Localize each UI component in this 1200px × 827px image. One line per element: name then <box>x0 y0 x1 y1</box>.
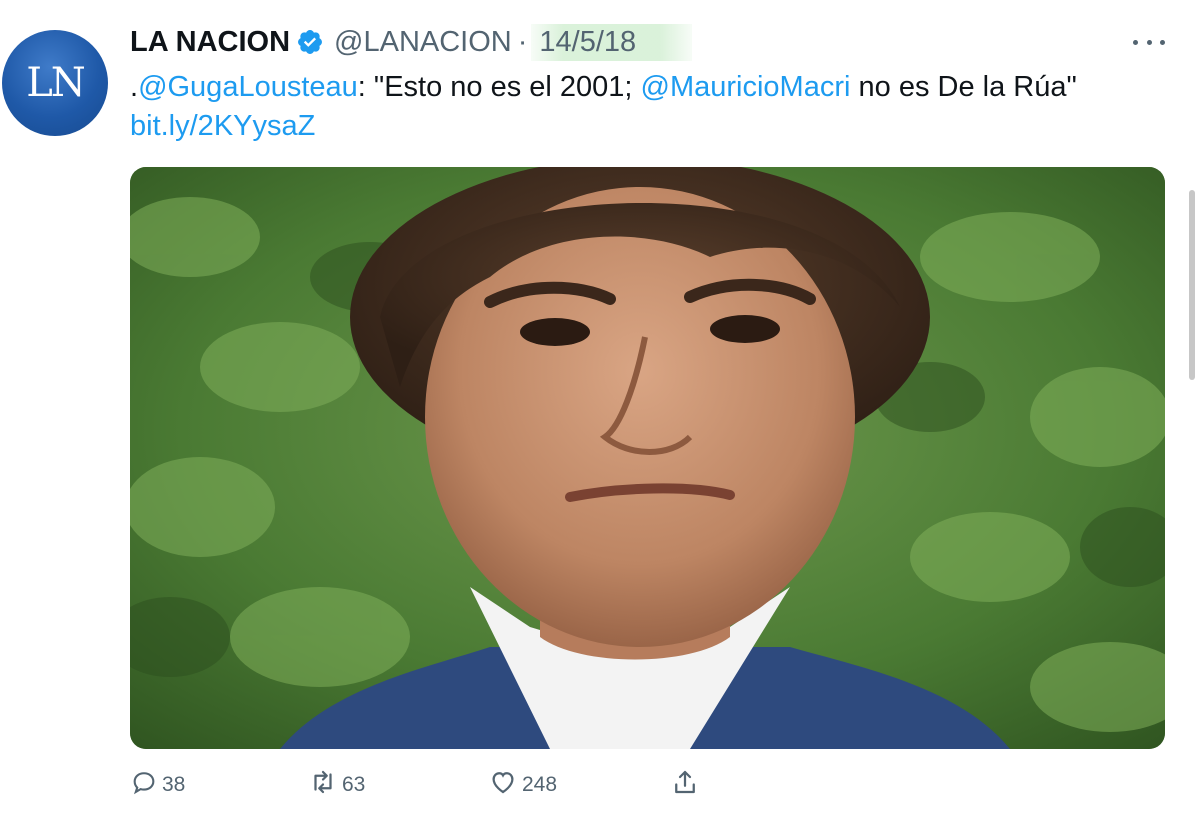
tweet-date[interactable]: 14/5/18 <box>531 23 693 61</box>
tweet-photo[interactable] <box>130 167 1165 749</box>
avatar-logo-text: LN <box>26 60 86 106</box>
share-icon <box>670 767 700 803</box>
reply-count: 38 <box>162 773 186 796</box>
like-count: 248 <box>522 773 558 796</box>
tweet-link[interactable]: bit.ly/2KYysaZ <box>130 110 315 142</box>
retweet-icon <box>308 767 338 803</box>
text-segment-2: no es De la Rúa" <box>850 71 1077 103</box>
retweet-button[interactable]: 63 <box>308 765 365 805</box>
tweet-text: .@GugaLousteau: "Esto no es el 2001; @Ma… <box>130 68 1170 146</box>
separator-dot: · <box>517 25 528 58</box>
tweet[interactable]: LN LA NACION @LANACION · 14/5/18 .@GugaL… <box>0 0 1200 827</box>
reply-icon <box>130 768 158 802</box>
mention-guga-lousteau[interactable]: @GugaLousteau <box>138 71 358 103</box>
display-name[interactable]: LA NACION <box>130 26 290 59</box>
share-button[interactable] <box>670 765 700 805</box>
more-icon[interactable] <box>1133 34 1165 50</box>
mention-mauricio-macri[interactable]: @MauricioMacri <box>641 71 851 103</box>
like-icon <box>488 767 518 803</box>
like-button[interactable]: 248 <box>488 765 557 805</box>
verified-icon <box>296 28 324 56</box>
tweet-header: LA NACION @LANACION · 14/5/18 <box>130 22 693 62</box>
text-prefix: . <box>130 71 139 103</box>
portrait-photo <box>130 167 1165 749</box>
handle[interactable]: @LANACION <box>334 26 512 59</box>
reply-button[interactable]: 38 <box>130 765 185 805</box>
avatar[interactable]: LN <box>2 30 108 136</box>
text-segment-1: : "Esto no es el 2001; <box>357 71 641 103</box>
tweet-actions: 38 63 248 <box>130 765 730 805</box>
scrollbar[interactable] <box>1189 190 1195 380</box>
retweet-count: 63 <box>342 773 366 796</box>
